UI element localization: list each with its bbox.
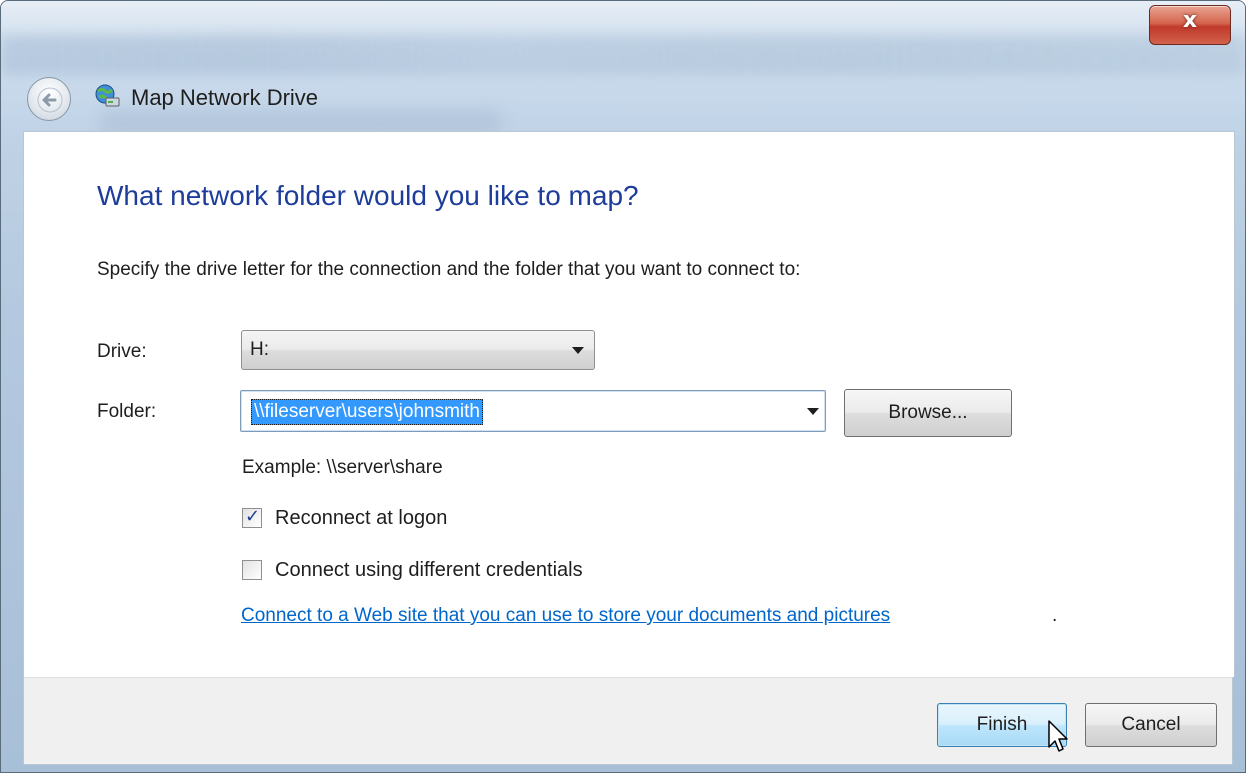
reconnect-checkbox[interactable]: ✓ (242, 506, 262, 528)
checkmark-icon: ✓ (245, 506, 261, 527)
network-drive-icon (95, 84, 120, 107)
page-heading: What network folder would you like to ma… (97, 180, 639, 211)
back-arrow-icon (37, 87, 63, 113)
web-site-link[interactable]: Connect to a Web site that you can use t… (241, 605, 890, 627)
folder-input[interactable]: \\fileserver\users\johnsmith (240, 390, 826, 432)
folder-input-value: \\fileserver\users\johnsmith (251, 399, 483, 425)
blurred-background-band (1, 35, 1245, 75)
drive-select[interactable]: H: (241, 330, 595, 370)
mouse-pointer-icon (1048, 720, 1068, 752)
folder-dropdown-chevron-icon[interactable] (807, 408, 819, 415)
window-title: Map Network Drive (131, 85, 319, 110)
blurred-background-band-lower (101, 111, 501, 133)
browse-button-label: Browse... (888, 402, 968, 423)
cancel-button-label: Cancel (1121, 714, 1181, 735)
cancel-button[interactable]: Cancel (1085, 703, 1217, 747)
credentials-checkbox[interactable] (242, 560, 262, 580)
instructions-text: Specify the drive letter for the connect… (97, 259, 801, 280)
folder-label: Folder: (97, 401, 157, 422)
browse-button[interactable]: Browse... (844, 389, 1012, 437)
reconnect-label[interactable]: Reconnect at logon (275, 507, 447, 530)
credentials-label[interactable]: Connect using different credentials (275, 559, 583, 582)
drive-select-value: H: (250, 339, 269, 360)
close-icon: x (1182, 8, 1198, 33)
back-button[interactable] (27, 77, 71, 121)
chevron-down-icon (572, 347, 584, 354)
map-network-drive-window: x Map Network Drive What network folder … (0, 0, 1246, 773)
web-link-period: . (1052, 605, 1058, 626)
drive-label: Drive: (97, 341, 147, 362)
close-button[interactable]: x (1149, 5, 1231, 45)
example-text: Example: \\server\share (242, 457, 443, 478)
